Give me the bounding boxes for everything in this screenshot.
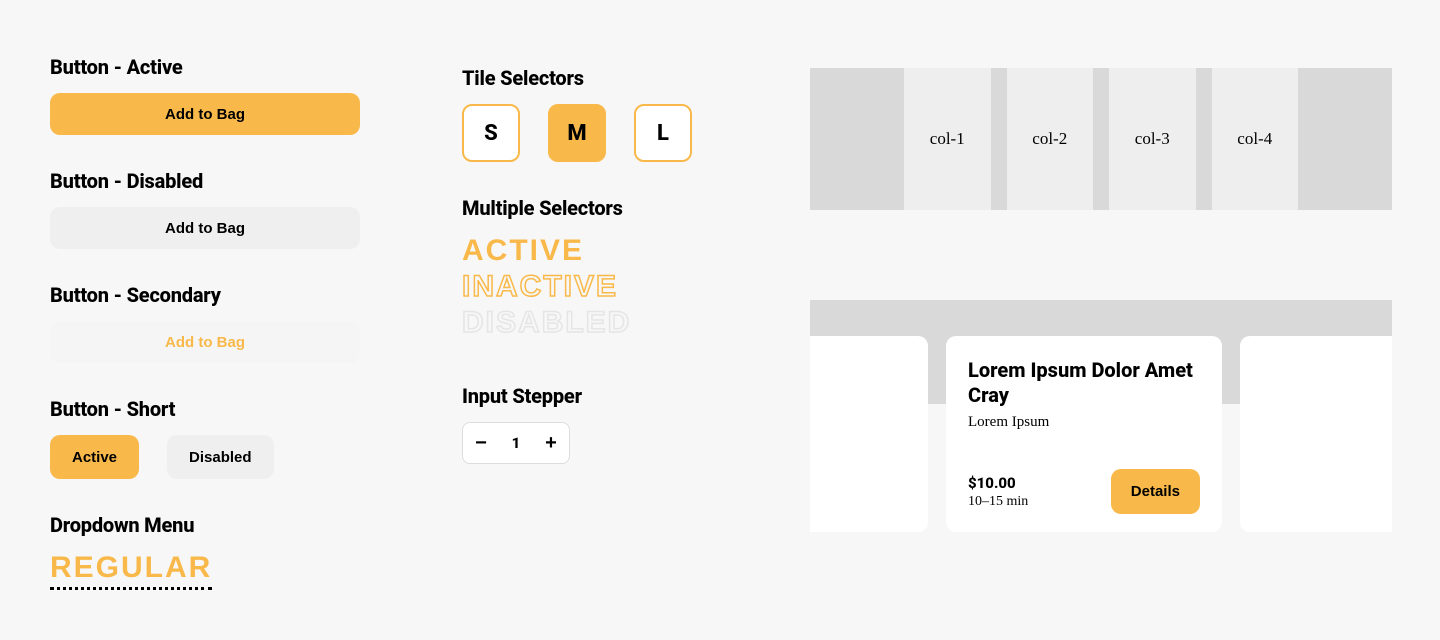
- carousel-card-current: Lorem Ipsum Dolor Amet Cray Lorem Ipsum …: [946, 336, 1222, 532]
- short-button-disabled: Disabled: [167, 435, 274, 479]
- carousel-card-next[interactable]: [1240, 336, 1392, 532]
- heading-dropdown: Dropdown Menu: [50, 513, 400, 537]
- add-to-bag-button-disabled: Add to Bag: [50, 207, 360, 249]
- heading-button-secondary: Button - Secondary: [50, 283, 400, 307]
- card-title: Lorem Ipsum Dolor Amet Cray: [968, 358, 1200, 408]
- card-price: $10.00: [968, 474, 1028, 492]
- card-eta: 10–15 min: [968, 494, 1028, 510]
- multi-option-inactive[interactable]: INACTIVE: [462, 270, 742, 304]
- grid-rail-left: [810, 68, 904, 210]
- heading-tile-selectors: Tile Selectors: [462, 66, 742, 90]
- dropdown-value[interactable]: REGULAR: [50, 551, 212, 590]
- multi-option-disabled: DISABLED: [462, 306, 742, 340]
- details-button[interactable]: Details: [1111, 469, 1200, 514]
- short-button-active[interactable]: Active: [50, 435, 139, 479]
- tile-option-l[interactable]: L: [634, 104, 692, 162]
- quantity-stepper: − 1 +: [462, 422, 570, 464]
- grid-col-4: col-4: [1212, 68, 1299, 210]
- stepper-value: 1: [499, 434, 533, 452]
- grid-col-2: col-2: [1007, 68, 1094, 210]
- heading-button-short: Button - Short: [50, 397, 400, 421]
- multi-option-active[interactable]: ACTIVE: [462, 234, 742, 268]
- grid-gap: [1093, 68, 1109, 210]
- card-carousel: Lorem Ipsum Dolor Amet Cray Lorem Ipsum …: [810, 300, 1392, 548]
- grid-rail-right: [1298, 68, 1392, 210]
- grid-gap: [1196, 68, 1212, 210]
- heading-input-stepper: Input Stepper: [462, 384, 742, 408]
- add-to-bag-button-active[interactable]: Add to Bag: [50, 93, 360, 135]
- tile-option-m[interactable]: M: [548, 104, 606, 162]
- heading-button-disabled: Button - Disabled: [50, 169, 400, 193]
- heading-button-active: Button - Active: [50, 55, 400, 79]
- heading-multiple-selectors: Multiple Selectors: [462, 196, 742, 220]
- grid-demo: col-1 col-2 col-3 col-4: [810, 68, 1392, 210]
- grid-col-1: col-1: [904, 68, 991, 210]
- stepper-increment[interactable]: +: [533, 423, 569, 463]
- grid-gap: [991, 68, 1007, 210]
- carousel-card-prev[interactable]: [810, 336, 928, 532]
- tile-option-s[interactable]: S: [462, 104, 520, 162]
- stepper-decrement[interactable]: −: [463, 423, 499, 463]
- grid-col-3: col-3: [1109, 68, 1196, 210]
- add-to-bag-button-secondary[interactable]: Add to Bag: [50, 321, 360, 363]
- card-subtitle: Lorem Ipsum: [968, 414, 1200, 431]
